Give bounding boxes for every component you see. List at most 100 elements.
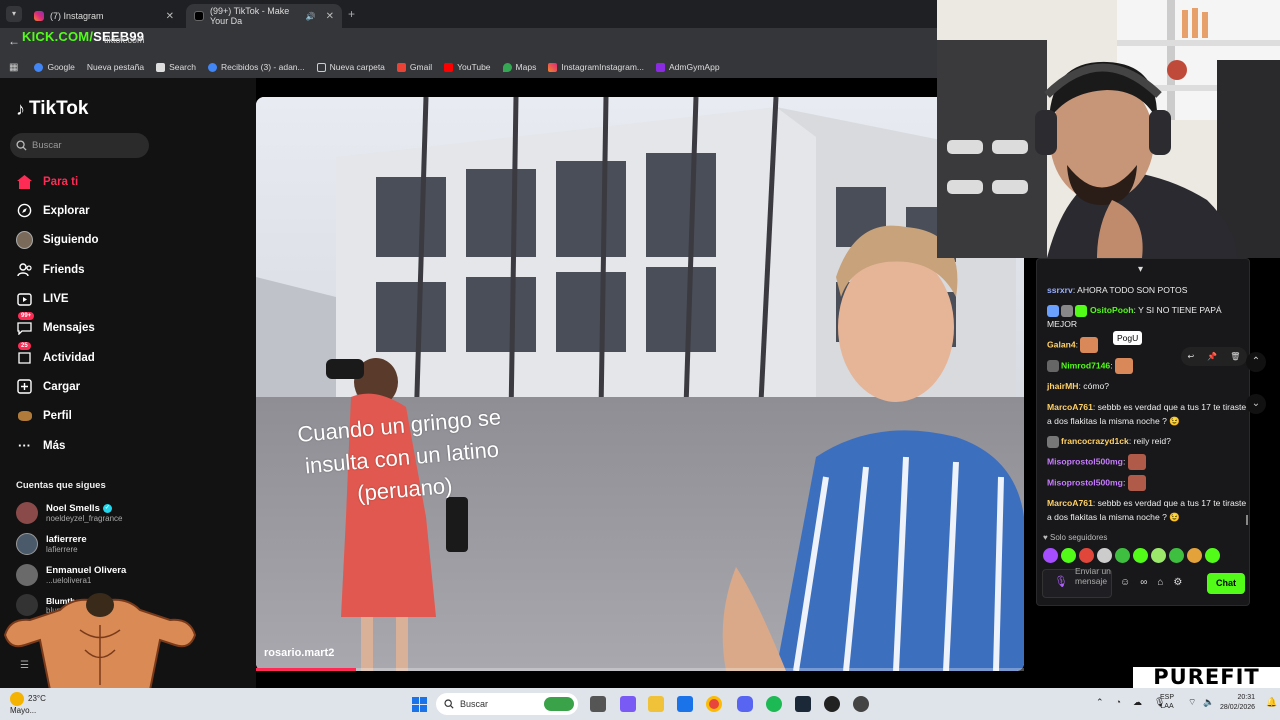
emote-bar: [1043, 548, 1220, 563]
pogu-emote[interactable]: [1080, 337, 1099, 353]
chat-scrollbar[interactable]: [1246, 515, 1248, 525]
media-player-icon[interactable]: [853, 696, 869, 712]
profile-icon: [16, 407, 33, 424]
chat-input-placeholder: Enviar un mensaje: [1075, 566, 1111, 586]
bookmark-inbox[interactable]: Recibidos (3) - adan...: [208, 62, 305, 72]
notification-bell-icon[interactable]: 🔔: [1266, 697, 1277, 708]
infinity-icon[interactable]: ∞: [1140, 577, 1147, 588]
chevron-up-icon[interactable]: ⌃: [1096, 697, 1104, 708]
tiktok-logo[interactable]: ♪ TikTok: [16, 98, 88, 120]
followed-account[interactable]: Noel Smells ✓ noeldeyzel_fragrance: [16, 502, 123, 524]
followed-account[interactable]: Enmanuel Olivera ...uelolivera1: [16, 564, 126, 586]
nav-explorar[interactable]: Explorar: [16, 202, 90, 219]
tiktok-note-icon: ♪: [16, 98, 25, 119]
emote-icon[interactable]: [1079, 548, 1094, 563]
search-highlight-icon: [544, 697, 574, 711]
emote-tooltip: PogU: [1113, 331, 1143, 345]
browser-tab-bar: ▾ (7) Instagram ✕ (99+) TikTok - Make Yo…: [0, 0, 937, 28]
emote-icon[interactable]: [1169, 548, 1184, 563]
folder-icon[interactable]: [648, 696, 664, 712]
chat-message: Misoprostol500mg:: [1047, 475, 1247, 491]
windows-start-icon[interactable]: [412, 697, 427, 712]
volume-icon[interactable]: 🔈: [1203, 697, 1214, 708]
obs-icon[interactable]: [824, 696, 840, 712]
bookmark-search[interactable]: Search: [156, 62, 196, 72]
nav-perfil[interactable]: Perfil: [16, 407, 72, 424]
spotify-icon[interactable]: [766, 696, 782, 712]
followed-account[interactable]: lafierrere lafierrere: [16, 533, 87, 555]
emote-icon[interactable]: [1097, 548, 1112, 563]
emote-icon[interactable]: [1151, 548, 1166, 563]
bookmark-gmail[interactable]: Gmail: [396, 62, 432, 72]
search-input[interactable]: Buscar: [10, 133, 149, 158]
bookmark-admgymapp[interactable]: AdmGymApp: [656, 62, 720, 72]
emote-icon[interactable]: [1187, 548, 1202, 563]
emote-icon[interactable]: [1043, 548, 1058, 563]
send-chat-button[interactable]: Chat: [1207, 573, 1245, 594]
nav-live[interactable]: LIVE: [16, 290, 69, 307]
language-indicator[interactable]: ESP LAA: [1160, 693, 1174, 711]
microphone-icon[interactable]: 🎙: [1054, 575, 1068, 588]
emote-icon[interactable]: [1115, 548, 1130, 563]
app-icon[interactable]: [620, 696, 636, 712]
store-icon[interactable]: ⌂: [1157, 577, 1163, 588]
nav-actividad[interactable]: 25 Actividad: [16, 342, 95, 366]
chat-message: OsitoPooh: Y SI NO TIENE PAPÁ MEJOR: [1047, 304, 1222, 329]
list-icon[interactable]: ☰: [20, 660, 29, 671]
wifi-icon[interactable]: ⌔: [1188, 697, 1196, 708]
tab-tiktok[interactable]: (99+) TikTok - Make Your Da 🔊 ✕: [186, 4, 342, 28]
delete-icon[interactable]: 🗑: [1230, 352, 1240, 361]
nav-para-ti[interactable]: Para ti: [16, 173, 78, 190]
friends-icon: [16, 261, 33, 278]
video-player[interactable]: [256, 97, 1024, 671]
pin-icon[interactable]: 📌: [1207, 352, 1217, 361]
file-icon[interactable]: [590, 696, 606, 712]
new-tab-button[interactable]: +: [348, 7, 355, 21]
live-icon: [16, 290, 33, 307]
tab-title: (99+) TikTok - Make Your Da: [210, 6, 290, 26]
taskbar-search-input[interactable]: Buscar: [436, 693, 578, 715]
taskbar-clock[interactable]: 20:31 28/02/2026: [1220, 693, 1255, 713]
bookmark-maps[interactable]: Maps: [502, 62, 536, 72]
pinned-message-icon[interactable]: ▾: [1138, 264, 1143, 275]
emoji-icon[interactable]: ☺: [1120, 577, 1130, 588]
close-tab-icon[interactable]: ✕: [166, 11, 174, 22]
emote-icon[interactable]: [1061, 548, 1076, 563]
bookmark-instagram[interactable]: InstagramInstagram...: [548, 62, 644, 72]
gear-icon[interactable]: ⚙: [1173, 577, 1182, 588]
reply-icon[interactable]: ↩: [1188, 352, 1195, 361]
bookmark-folder[interactable]: Nueva carpeta: [316, 62, 385, 72]
back-arrow-icon[interactable]: ←: [8, 34, 20, 48]
bookmark-new-tab[interactable]: Nueva pestaña: [87, 62, 144, 72]
scroll-down-icon[interactable]: ⌄: [1246, 394, 1266, 414]
video-progress-bar[interactable]: [256, 668, 1024, 671]
tab-search-icon[interactable]: ▾: [6, 6, 22, 22]
scroll-up-icon[interactable]: ⌃: [1246, 352, 1266, 372]
nav-mensajes[interactable]: 99+ Mensajes: [16, 312, 95, 336]
nav-friends[interactable]: Friends: [16, 261, 85, 278]
tab-instagram[interactable]: (7) Instagram ✕: [26, 4, 182, 28]
home-icon: [16, 173, 33, 190]
network-icon[interactable]: ◔: [1116, 697, 1121, 708]
store-icon[interactable]: [677, 696, 693, 712]
pogu-emote[interactable]: [1114, 358, 1133, 374]
apps-grid-icon[interactable]: ▦: [9, 62, 18, 73]
steam-icon[interactable]: [795, 696, 811, 712]
emote-icon[interactable]: [1133, 548, 1148, 563]
bookmark-google[interactable]: Google: [34, 62, 75, 72]
nav-siguiendo[interactable]: Siguiendo: [16, 230, 99, 249]
address-bar[interactable]: tiktok.com: [104, 35, 145, 45]
bookmark-youtube[interactable]: YouTube: [444, 62, 491, 72]
weather-widget[interactable]: 23°C Mayo...: [10, 692, 46, 716]
video-author[interactable]: rosario.mart2: [264, 647, 334, 659]
close-tab-icon[interactable]: ✕: [326, 11, 334, 22]
emote[interactable]: [1127, 475, 1146, 491]
chrome-icon[interactable]: [706, 696, 722, 712]
emote[interactable]: [1127, 454, 1146, 470]
emote-icon[interactable]: [1205, 548, 1220, 563]
nav-mas[interactable]: ··· Más: [16, 437, 65, 454]
nav-cargar[interactable]: Cargar: [16, 378, 80, 395]
cloud-icon[interactable]: ☁: [1133, 697, 1142, 708]
discord-icon[interactable]: [737, 696, 753, 712]
speaker-icon[interactable]: 🔊: [306, 12, 316, 21]
